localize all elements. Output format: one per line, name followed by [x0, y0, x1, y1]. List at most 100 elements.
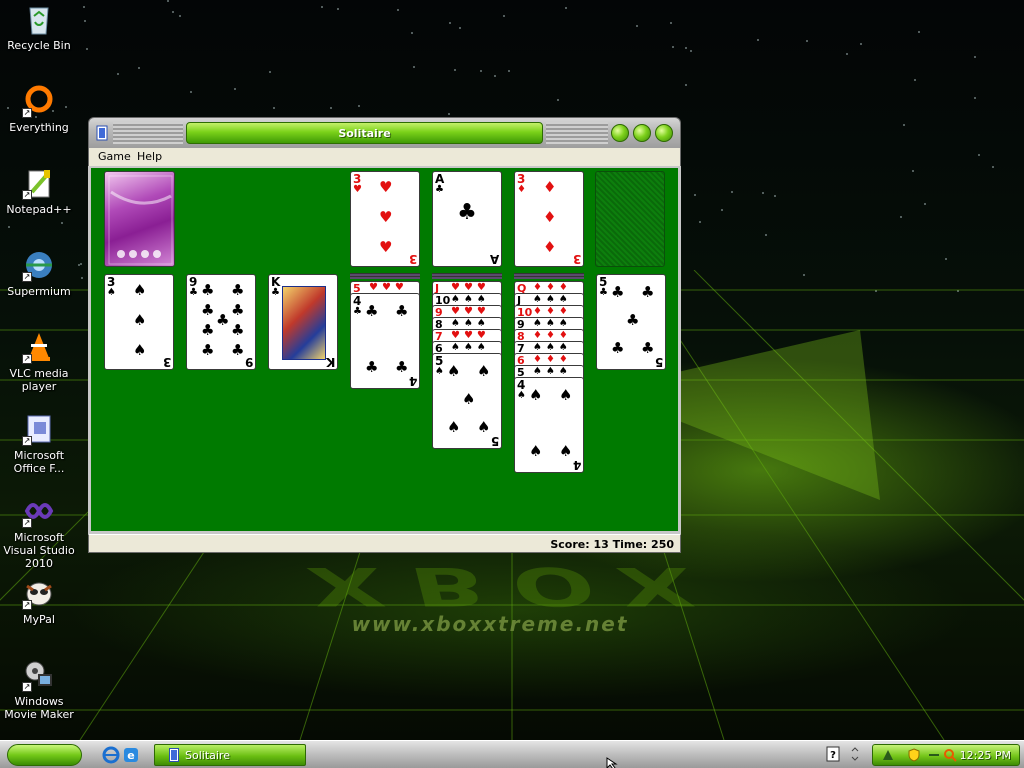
card-pip: ♥: [379, 238, 393, 256]
window-title: Solitaire: [338, 127, 391, 140]
title-bar-grip: [546, 122, 608, 144]
title-bar-grip: [113, 122, 183, 144]
network-icon[interactable]: [881, 748, 895, 762]
star: [860, 43, 862, 45]
card-pip-row: ♠♠♠: [451, 294, 490, 305]
card-pip: ♣: [231, 341, 245, 359]
star: [411, 32, 413, 34]
star: [78, 264, 80, 266]
desktop-icon-label: Notepad++: [6, 203, 72, 216]
star: [846, 53, 848, 55]
menu-bar: Game Help: [88, 148, 681, 166]
stock-pile[interactable]: [104, 171, 175, 267]
maximize-button[interactable]: [633, 124, 651, 142]
desktop-icon-label: Microsoft Office F...: [13, 449, 65, 475]
star: [774, 195, 776, 197]
star: [190, 91, 192, 93]
shield-icon[interactable]: [907, 748, 921, 762]
card-tableau-4[interactable]: 4 ♣ ♣ ♣ ♣ ♣ 4: [350, 293, 420, 389]
desktop-icon-office[interactable]: ↗ Microsoft Office F...: [0, 412, 78, 475]
face-down-card-edge: [432, 276, 502, 279]
card-pip: ♠: [447, 418, 461, 436]
card-pip: ♦: [543, 178, 557, 196]
card-foundation-1[interactable]: 3 ♥ ♥ ♥ ♥ 3: [350, 171, 420, 267]
star: [8, 226, 10, 228]
face-down-card-edge: [350, 276, 420, 279]
card-tableau-3[interactable]: K ♣ K: [268, 274, 338, 370]
card-pip: ♥: [379, 208, 393, 226]
card-pip-row: ♠♠♠: [533, 342, 572, 353]
star: [721, 209, 723, 211]
card-pip-row: ♠♠♠: [451, 342, 490, 353]
card-tableau-7[interactable]: 5 ♣ ♣ ♣ ♣ ♣ ♣ 5: [596, 274, 666, 370]
card-pip: ♠: [529, 386, 543, 404]
desktop-icon-movie-maker[interactable]: ↗ Windows Movie Maker: [0, 658, 78, 721]
desktop-icon-visual-studio[interactable]: ↗ Microsoft Visual Studio 2010: [0, 494, 78, 570]
start-button[interactable]: [7, 744, 82, 766]
minimize-button[interactable]: [611, 124, 629, 142]
volume-icon[interactable]: [927, 748, 941, 762]
card-suit-icon: ♥: [353, 184, 362, 195]
card-suit-icon: ♠: [517, 390, 526, 401]
card-pip: ♣: [395, 358, 409, 376]
desktop-icon-label: VLC media player: [9, 367, 69, 393]
desktop-icon-notepad-plus-plus[interactable]: ↗ Notepad++: [0, 166, 78, 216]
card-foundation-2[interactable]: A ♣ ♣ A: [432, 171, 502, 267]
card-pip: ♠: [133, 341, 147, 359]
solitaire-app-icon[interactable]: [96, 125, 108, 141]
star: [86, 48, 88, 50]
card-rank-inverted: 3: [162, 355, 171, 369]
foundation-slot-empty[interactable]: [595, 171, 665, 267]
mypal-browser-icon: ↗: [22, 576, 56, 610]
card-back-design: [108, 175, 173, 265]
star: [945, 258, 947, 260]
star: [358, 105, 360, 107]
card-pip: ♣: [231, 321, 245, 339]
card-foundation-3[interactable]: 3 ♦ ♦ ♦ ♦ 3: [514, 171, 584, 267]
menu-game[interactable]: Game: [98, 150, 131, 163]
desktop-icon-mypal[interactable]: ↗ MyPal: [0, 576, 78, 626]
close-button[interactable]: [655, 124, 673, 142]
star: [172, 11, 174, 13]
card-pip-row: ♥♥♥: [369, 282, 408, 293]
desktop-icon-vlc[interactable]: ↗ VLC media player: [0, 330, 78, 393]
star: [992, 166, 994, 168]
card-pip: ♣: [231, 301, 245, 319]
card-tableau-2[interactable]: 9 ♣ ♣ ♣ ♣ ♣ ♣ ♣ ♣ ♣ ♣ 9: [186, 274, 256, 370]
notepad-plus-plus-icon: ↗: [22, 166, 56, 200]
shortcut-arrow-icon: ↗: [22, 272, 32, 282]
menu-help[interactable]: Help: [137, 150, 162, 163]
card-tableau-5[interactable]: 5 ♠ ♠ ♠ ♠ ♠ ♠ 5: [432, 353, 502, 449]
title-bar[interactable]: Solitaire: [88, 117, 681, 148]
desktop-icon-supermium[interactable]: ↗ Supermium: [0, 248, 78, 298]
star: [117, 73, 119, 75]
star: [503, 15, 505, 17]
card-tableau-6[interactable]: 4 ♠ ♠ ♠ ♠ ♠ 4: [514, 377, 584, 473]
star: [138, 67, 140, 69]
card-pip: ♦: [543, 208, 557, 226]
card-pip: ♠: [462, 390, 476, 408]
search-icon[interactable]: [943, 748, 957, 762]
star: [765, 234, 767, 236]
internet-explorer-icon[interactable]: [102, 746, 120, 764]
star: [974, 97, 976, 99]
card-pip: ♠: [477, 362, 491, 380]
tray-chevron-icon[interactable]: [850, 745, 860, 763]
card-pip: ♣: [611, 283, 625, 301]
ie-alt-icon[interactable]: e: [122, 746, 140, 764]
taskbar-solitaire-button[interactable]: Solitaire: [154, 744, 306, 766]
desktop-icon-label: Recycle Bin: [7, 39, 71, 52]
star: [699, 221, 701, 223]
card-tableau-1[interactable]: 3 ♠ ♠ ♠ ♠ 3: [104, 274, 174, 370]
star: [480, 70, 482, 72]
help-icon[interactable]: ?: [826, 746, 840, 762]
star: [454, 69, 456, 71]
score-time-status: Score: 13 Time: 250: [550, 538, 674, 551]
desktop-icon-recycle-bin[interactable]: Recycle Bin: [0, 2, 78, 52]
card-pip: ♠: [447, 362, 461, 380]
card-pip-row: ♦♦♦: [533, 354, 572, 365]
star: [903, 124, 905, 126]
card-suit-icon: ♣: [435, 184, 444, 195]
solitaire-task-icon: [169, 748, 179, 762]
desktop-icon-everything[interactable]: ↗ Everything: [0, 84, 78, 134]
